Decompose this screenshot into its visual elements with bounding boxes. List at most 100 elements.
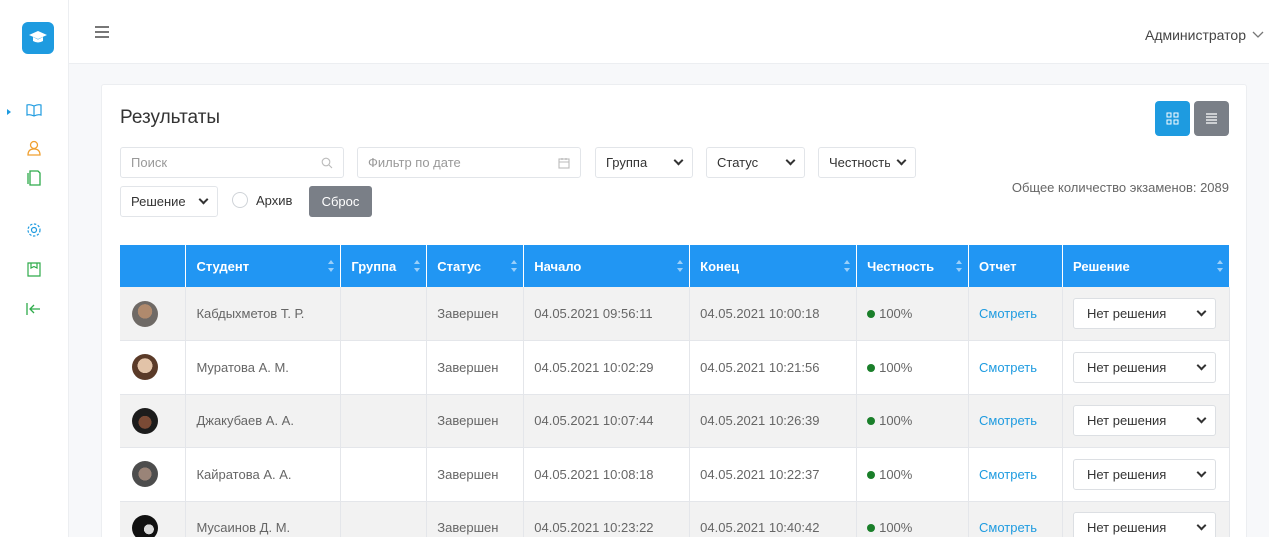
column-avatar (120, 245, 187, 287)
app-logo[interactable] (22, 22, 54, 54)
chevron-down-icon (198, 194, 209, 205)
clipboard-icon (27, 262, 41, 277)
user-menu[interactable]: Администратор (1145, 27, 1264, 43)
sort-icon[interactable] (414, 260, 421, 272)
status-select-label: Статус (717, 155, 759, 170)
chevron-down-icon (896, 155, 907, 166)
chevron-down-icon (1196, 413, 1207, 424)
column-header-end[interactable]: Конец (689, 245, 858, 287)
decision-cell: Нет решения (1062, 340, 1231, 395)
archive-radio[interactable]: Архив (232, 192, 292, 208)
sidebar-item-book[interactable] (24, 100, 44, 120)
column-header-status[interactable]: Статус (426, 245, 525, 287)
group-cell (340, 287, 428, 341)
decision-cell: Нет решения (1062, 394, 1231, 448)
report-link[interactable]: Смотреть (968, 287, 1063, 341)
start-cell: 04.05.2021 09:56:11 (523, 287, 691, 341)
sidebar (0, 0, 69, 537)
page-title: Результаты (120, 107, 221, 128)
grid-view-button[interactable] (1155, 101, 1190, 136)
status-cell: Завершен (426, 340, 525, 395)
honesty-cell: 100% (856, 287, 970, 341)
sidebar-item-user[interactable] (24, 138, 44, 158)
chevron-down-icon (1196, 360, 1207, 371)
search-placeholder: Поиск (131, 155, 168, 170)
topbar: Администратор (69, 0, 1269, 64)
sort-icon[interactable] (328, 260, 335, 272)
honesty-cell: 100% (856, 501, 970, 537)
decision-select[interactable]: Нет решения (1072, 351, 1216, 383)
status-dot-icon (867, 310, 876, 318)
status-select[interactable]: Статус (706, 147, 805, 178)
group-cell (340, 447, 428, 502)
group-select[interactable]: Группа (595, 147, 693, 178)
decision-select[interactable]: Решение (120, 186, 218, 217)
group-select-label: Группа (606, 155, 648, 170)
column-header-student[interactable]: Студент (185, 245, 342, 287)
sidebar-item-settings[interactable] (24, 220, 44, 240)
table-header-row: Студент Группа Статус Начало Конец Честн… (120, 245, 1231, 287)
chevron-down-icon (1196, 467, 1207, 478)
honesty-cell: 100% (856, 394, 970, 448)
sort-icon[interactable] (677, 260, 684, 272)
honesty-select-label: Честность (829, 155, 891, 170)
report-link[interactable]: Смотреть (968, 340, 1063, 395)
avatar-cell (120, 501, 187, 537)
graduation-cap-icon (29, 31, 47, 43)
decision-select[interactable]: Нет решения (1072, 298, 1216, 329)
report-link[interactable]: Смотреть (968, 501, 1063, 537)
report-link[interactable]: Смотреть (968, 394, 1063, 448)
sort-icon[interactable] (844, 260, 851, 272)
report-link[interactable]: Смотреть (968, 447, 1063, 502)
start-cell: 04.05.2021 10:23:22 (523, 501, 691, 537)
decision-select[interactable]: Нет решения (1072, 512, 1216, 537)
sidebar-item-collapse[interactable] (24, 299, 44, 319)
sidebar-item-documents[interactable] (24, 168, 44, 188)
collapse-sidebar-icon (26, 303, 40, 315)
group-cell (340, 340, 428, 395)
end-cell: 04.05.2021 10:22:37 (689, 447, 858, 502)
chevron-down-icon (1196, 306, 1207, 317)
table-row: Джакубаев А. А. Завершен 04.05.2021 10:0… (120, 394, 1231, 448)
user-icon (27, 140, 41, 156)
document-icon (27, 170, 41, 186)
group-cell (340, 501, 428, 537)
student-name: Кайратова А. А. (185, 447, 342, 502)
column-header-honesty[interactable]: Честность (856, 245, 970, 287)
reset-button[interactable]: Сброс (309, 186, 372, 217)
column-header-group[interactable]: Группа (340, 245, 428, 287)
chevron-down-icon (1196, 520, 1207, 531)
calendar-icon (558, 157, 570, 169)
list-icon (1206, 113, 1217, 124)
list-view-button[interactable] (1194, 101, 1229, 136)
honesty-select[interactable]: Честность (818, 147, 916, 178)
user-name: Администратор (1144, 27, 1246, 43)
search-input[interactable]: Поиск (120, 147, 344, 178)
chevron-down-icon (673, 155, 684, 166)
column-header-decision[interactable]: Решение (1062, 245, 1231, 287)
avatar (132, 461, 158, 488)
status-dot-icon (867, 363, 876, 372)
decision-select-label: Решение (131, 194, 186, 209)
sort-icon[interactable] (956, 260, 963, 272)
grid-icon (1166, 112, 1179, 125)
avatar (132, 514, 158, 537)
decision-select[interactable]: Нет решения (1072, 458, 1216, 490)
menu-toggle-icon[interactable] (95, 26, 109, 38)
date-filter-input[interactable]: Фильтр по дате (357, 147, 581, 178)
decision-select[interactable]: Нет решения (1072, 405, 1216, 437)
table-row: Мусаинов Д. М. Завершен 04.05.2021 10:23… (120, 501, 1231, 537)
status-dot-icon (867, 470, 876, 479)
decision-cell: Нет решения (1062, 447, 1231, 502)
end-cell: 04.05.2021 10:26:39 (689, 394, 858, 448)
radio-icon[interactable] (232, 192, 248, 208)
sidebar-item-reports[interactable] (24, 259, 44, 279)
status-dot-icon (867, 524, 876, 533)
honesty-cell: 100% (856, 340, 970, 395)
table-row: Муратова А. М. Завершен 04.05.2021 10:02… (120, 340, 1231, 395)
sort-icon[interactable] (511, 260, 518, 272)
column-header-start[interactable]: Начало (523, 245, 691, 287)
search-icon (321, 157, 333, 168)
sort-icon[interactable] (1217, 260, 1223, 272)
avatar (132, 300, 158, 327)
